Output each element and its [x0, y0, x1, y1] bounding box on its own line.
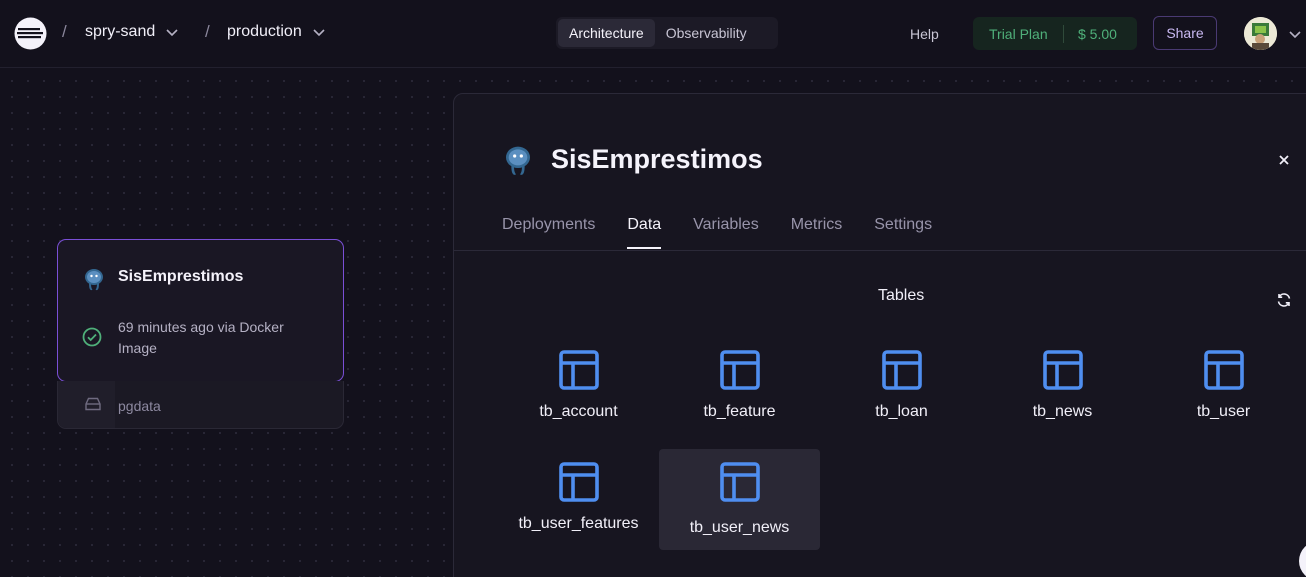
breadcrumb-separator: / — [205, 22, 210, 41]
top-bar: / spry-sand / production Architecture Ob… — [0, 0, 1306, 68]
volume-card[interactable]: pgdata — [57, 381, 344, 429]
table-item[interactable]: tb_news — [982, 339, 1143, 440]
check-circle-icon — [82, 327, 102, 347]
avatar[interactable] — [1244, 17, 1277, 50]
service-card[interactable]: SisEmprestimos 69 minutes ago via Docker… — [57, 239, 344, 382]
tabs-divider — [454, 250, 1306, 251]
tab-architecture[interactable]: Architecture — [558, 19, 655, 47]
table-name: tb_news — [1032, 403, 1093, 420]
table-icon — [720, 462, 760, 502]
table-icon — [882, 350, 922, 390]
project-selector[interactable]: spry-sand — [85, 23, 179, 41]
panel-tabs: Deployments Data Variables Metrics Setti… — [502, 216, 964, 249]
trial-credit: $ 5.00 — [1078, 25, 1117, 42]
tab-settings[interactable]: Settings — [874, 216, 932, 248]
deployment-status: 69 minutes ago via Docker Image — [118, 319, 284, 356]
table-name: tb_account — [539, 403, 618, 420]
table-item-selected[interactable]: tb_user_news — [659, 449, 820, 550]
table-icon — [559, 462, 599, 502]
view-switcher: Architecture Observability — [556, 17, 778, 49]
tab-observability[interactable]: Observability — [655, 19, 758, 47]
chevron-down-icon — [313, 29, 325, 37]
environment-name: production — [227, 23, 302, 40]
table-icon — [559, 350, 599, 390]
drive-icon — [85, 397, 101, 411]
avatar-image — [1244, 17, 1277, 50]
tab-deployments[interactable]: Deployments — [502, 216, 595, 248]
table-icon — [720, 350, 760, 390]
close-icon[interactable] — [1277, 153, 1291, 167]
tab-metrics[interactable]: Metrics — [791, 216, 843, 248]
service-panel: SisEmprestimos Deployments Data Variable… — [453, 93, 1306, 577]
table-item[interactable]: tb_user — [1143, 339, 1304, 440]
table-item[interactable]: tb_feature — [659, 339, 820, 440]
table-name: tb_user_features — [518, 515, 639, 532]
table-item[interactable]: tb_loan — [821, 339, 982, 440]
postgres-icon — [506, 146, 530, 175]
share-button[interactable]: Share — [1153, 16, 1217, 50]
table-name: tb_loan — [875, 403, 928, 420]
breadcrumb-separator: / — [62, 22, 67, 41]
trial-plan-label: Trial Plan — [989, 25, 1048, 42]
chevron-down-icon — [166, 29, 178, 37]
volume-name: pgdata — [118, 398, 161, 414]
table-name: tb_user — [1196, 403, 1251, 420]
tab-variables[interactable]: Variables — [693, 216, 759, 248]
volume-icon-box — [58, 381, 115, 428]
trial-plan-badge[interactable]: Trial Plan $ 5.00 — [973, 17, 1137, 50]
table-name: tb_feature — [703, 403, 776, 420]
logo-icon[interactable] — [14, 17, 47, 50]
tables-heading: Tables — [878, 287, 925, 304]
environment-selector[interactable]: production — [227, 23, 326, 41]
table-icon — [1043, 350, 1083, 390]
project-name: spry-sand — [85, 23, 156, 40]
refresh-icon[interactable] — [1276, 292, 1292, 308]
postgres-icon — [85, 269, 103, 291]
panel-title: SisEmprestimos — [551, 144, 763, 174]
table-item[interactable]: tb_user_features — [498, 451, 659, 552]
service-name: SisEmprestimos — [118, 268, 244, 285]
table-name: tb_user_news — [689, 519, 790, 536]
table-item[interactable]: tb_account — [498, 339, 659, 440]
help-link[interactable]: Help — [910, 26, 939, 42]
table-icon — [1204, 350, 1244, 390]
tab-data[interactable]: Data — [627, 216, 661, 249]
chevron-down-icon[interactable] — [1288, 27, 1302, 41]
